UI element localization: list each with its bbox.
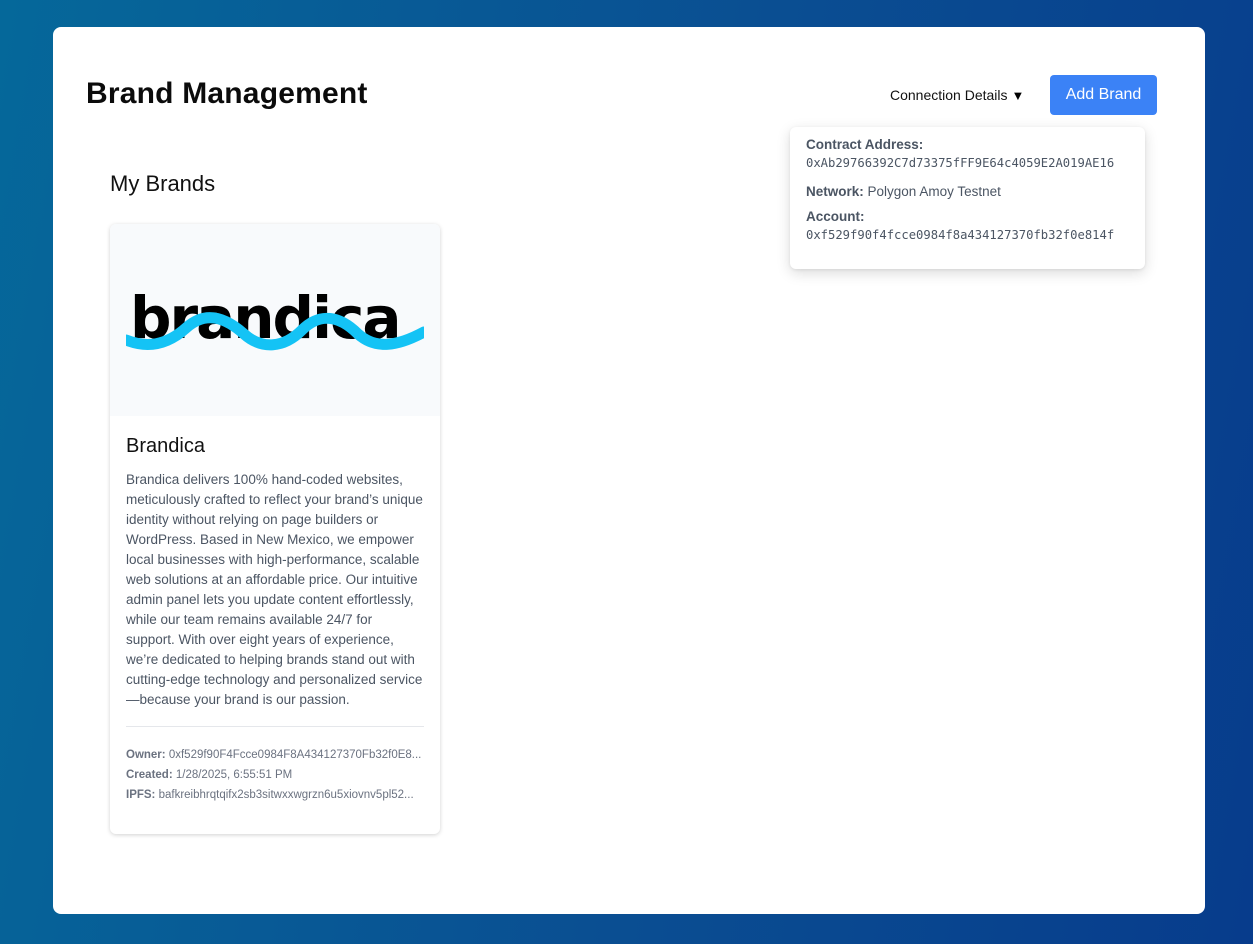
network-label: Network: <box>806 184 864 199</box>
account-label: Account: <box>806 209 865 224</box>
contract-address-label: Contract Address: <box>806 137 924 152</box>
account-value: 0xf529f90f4fcce0984f8a434127370fb32f0e81… <box>806 228 1115 242</box>
ipfs-value: bafkreibhrqtqifx2sb3sitwxxwgrzn6u5xiovnv… <box>158 789 414 801</box>
connection-details-toggle[interactable]: Connection Details ▼ <box>890 87 1024 103</box>
my-brands-title: My Brands <box>110 171 216 196</box>
owner-value: 0xf529f90F4Fcce0984F8A434127370Fb32f0E8.… <box>168 749 422 761</box>
owner-row: Owner: 0xf529f90F4Fcce0984F8A434127370Fb… <box>126 745 424 765</box>
created-row: Created: 1/28/2025, 6:55:51 PM <box>126 765 424 785</box>
network-row: Network: Polygon Amoy Testnet <box>806 184 1129 199</box>
caret-down-icon: ▼ <box>1011 87 1025 103</box>
network-value: Polygon Amoy Testnet <box>867 184 1001 199</box>
account-row: Account: 0xf529f90f4fcce0984f8a434127370… <box>806 209 1129 242</box>
main-panel: Brand Management Connection Details ▼ Ad… <box>53 27 1205 914</box>
ipfs-row: IPFS: bafkreibhrqtqifx2sb3sitwxxwgrzn6u5… <box>126 785 424 805</box>
brand-logo-image: brandica <box>110 224 440 416</box>
card-divider <box>126 726 424 727</box>
contract-address-row: Contract Address: 0xAb29766392C7d73375fF… <box>806 137 1129 170</box>
contract-address-value: 0xAb29766392C7d73375fFF9E64c4059E2A019AE… <box>806 156 1115 170</box>
brand-card[interactable]: brandica Brandica Brandica delivers 100%… <box>110 224 440 834</box>
owner-label: Owner: <box>126 749 166 761</box>
brand-description: Brandica delivers 100% hand-coded websit… <box>126 472 423 707</box>
created-value: 1/28/2025, 6:55:51 PM <box>175 769 293 781</box>
connection-details-panel: Contract Address: 0xAb29766392C7d73375fF… <box>790 127 1145 269</box>
ipfs-label: IPFS: <box>126 789 156 801</box>
created-label: Created: <box>126 769 173 781</box>
brand-card-body: Brandica Brandica delivers 100% hand-cod… <box>110 416 440 805</box>
brandica-logo: brandica <box>126 288 424 352</box>
connection-details-label: Connection Details <box>890 87 1008 103</box>
add-brand-button[interactable]: Add Brand <box>1050 75 1157 115</box>
page-title: Brand Management <box>86 77 368 110</box>
brand-name: Brandica <box>126 435 205 457</box>
brand-meta: Owner: 0xf529f90F4Fcce0984F8A434127370Fb… <box>126 745 424 805</box>
